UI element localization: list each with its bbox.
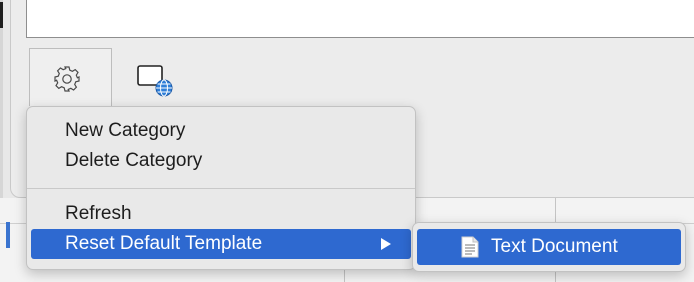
menu-item-reset-default-template[interactable]: Reset Default Template bbox=[31, 229, 411, 259]
selected-row-edge bbox=[6, 222, 10, 248]
menu-item-label: Delete Category bbox=[65, 150, 203, 171]
window-edge-mark bbox=[0, 2, 3, 28]
submenu-item-label: Text Document bbox=[491, 236, 618, 257]
gear-icon bbox=[54, 66, 80, 92]
menu-separator bbox=[27, 188, 415, 189]
submenu-arrow-icon bbox=[381, 238, 391, 250]
submenu-item-text-document[interactable]: Text Document bbox=[417, 229, 681, 265]
menu-item-delete-category[interactable]: Delete Category bbox=[27, 146, 415, 176]
web-document-button[interactable] bbox=[136, 64, 176, 104]
app-window: New Category Delete Category Refresh Res… bbox=[0, 0, 694, 282]
menu-item-label: New Category bbox=[65, 120, 186, 141]
submenu: Text Document bbox=[412, 222, 686, 272]
menu-item-label: Reset Default Template bbox=[65, 233, 263, 254]
menu-item-new-category[interactable]: New Category bbox=[27, 116, 415, 146]
web-document-icon bbox=[137, 65, 173, 97]
editor-text-area[interactable] bbox=[26, 0, 694, 38]
text-document-icon bbox=[461, 236, 479, 258]
gear-menu-button[interactable] bbox=[29, 48, 112, 106]
menu-item-label: Refresh bbox=[65, 203, 132, 224]
context-menu: New Category Delete Category Refresh Res… bbox=[26, 106, 416, 270]
menu-item-refresh[interactable]: Refresh bbox=[27, 199, 415, 229]
